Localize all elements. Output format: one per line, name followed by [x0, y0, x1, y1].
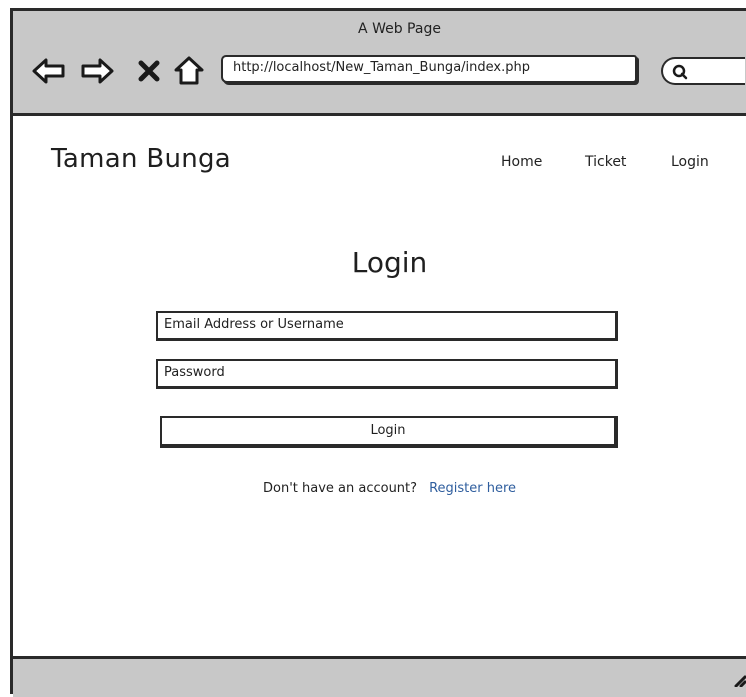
- register-link[interactable]: Register here: [429, 481, 516, 496]
- resize-grip-icon[interactable]: [730, 671, 746, 691]
- status-bar: [13, 656, 746, 697]
- page-content: Taman Bunga Home Ticket Login Login Emai…: [13, 116, 746, 656]
- login-button[interactable]: Login: [160, 416, 618, 448]
- window-title: A Web Page: [358, 21, 441, 37]
- password-field[interactable]: Password: [156, 359, 618, 389]
- site-brand[interactable]: Taman Bunga: [51, 144, 231, 174]
- address-bar[interactable]: http://localhost/New_Taman_Bunga/index.p…: [221, 55, 637, 83]
- browser-window: A Web Page http://localhost/New_Taman_Bu…: [10, 8, 746, 697]
- register-prompt-text: Don't have an account?: [262, 481, 418, 496]
- register-prompt-line: Don't have an account? Register here: [13, 481, 746, 496]
- search-field[interactable]: [661, 57, 745, 85]
- close-x-icon[interactable]: [129, 51, 169, 91]
- forward-arrow-icon[interactable]: [77, 51, 117, 91]
- home-icon[interactable]: [169, 51, 209, 91]
- nav-item-home[interactable]: Home: [501, 154, 542, 170]
- browser-toolbar: A Web Page http://localhost/New_Taman_Bu…: [13, 11, 746, 116]
- nav-item-ticket[interactable]: Ticket: [585, 154, 626, 170]
- search-icon[interactable]: [671, 63, 689, 85]
- nav-item-login[interactable]: Login: [671, 154, 709, 170]
- login-heading: Login: [351, 246, 428, 279]
- back-arrow-icon[interactable]: [29, 51, 69, 91]
- email-field[interactable]: Email Address or Username: [156, 311, 618, 341]
